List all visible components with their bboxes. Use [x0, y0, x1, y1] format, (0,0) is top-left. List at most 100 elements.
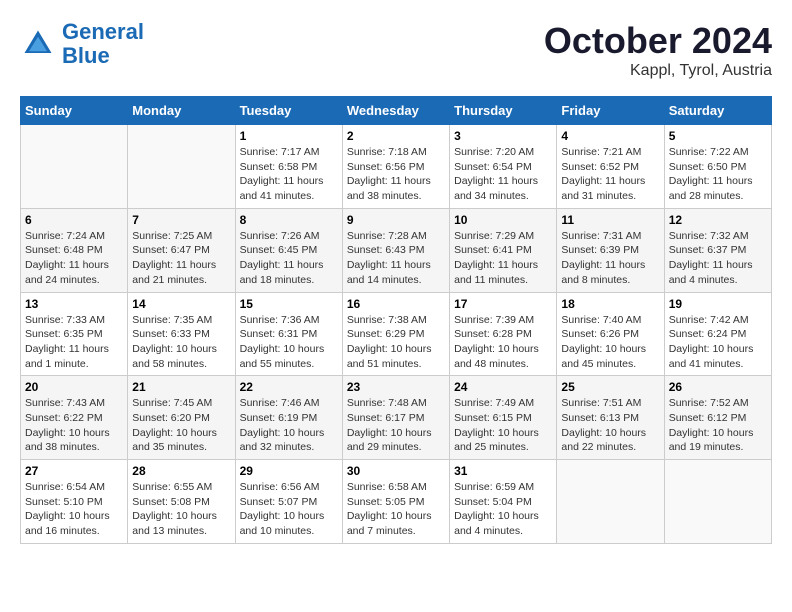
week-row-5: 27 Sunrise: 6:54 AM Sunset: 5:10 PM Dayli…: [21, 460, 772, 544]
day-number: 15: [240, 297, 338, 311]
day-number: 25: [561, 380, 659, 394]
day-info: Sunrise: 7:36 AM Sunset: 6:31 PM Dayligh…: [240, 313, 338, 372]
day-info: Sunrise: 7:42 AM Sunset: 6:24 PM Dayligh…: [669, 313, 767, 372]
day-info: Sunrise: 7:25 AM Sunset: 6:47 PM Dayligh…: [132, 229, 230, 288]
calendar-cell: 26 Sunrise: 7:52 AM Sunset: 6:12 PM Dayli…: [664, 376, 771, 460]
day-info: Sunrise: 7:52 AM Sunset: 6:12 PM Dayligh…: [669, 396, 767, 455]
weekday-header-wednesday: Wednesday: [342, 97, 449, 125]
weekday-header-tuesday: Tuesday: [235, 97, 342, 125]
day-number: 29: [240, 464, 338, 478]
day-info: Sunrise: 7:45 AM Sunset: 6:20 PM Dayligh…: [132, 396, 230, 455]
calendar-cell: 7 Sunrise: 7:25 AM Sunset: 6:47 PM Daylig…: [128, 208, 235, 292]
calendar-cell: 1 Sunrise: 7:17 AM Sunset: 6:58 PM Daylig…: [235, 125, 342, 209]
logo-line2: Blue: [62, 43, 110, 68]
calendar-cell: 21 Sunrise: 7:45 AM Sunset: 6:20 PM Dayli…: [128, 376, 235, 460]
weekday-header-friday: Friday: [557, 97, 664, 125]
calendar-cell: 6Sunrise: 7:24 AM Sunset: 6:48 PM Daylig…: [21, 208, 128, 292]
day-info: Sunrise: 7:35 AM Sunset: 6:33 PM Dayligh…: [132, 313, 230, 372]
calendar-cell: 5Sunrise: 7:22 AM Sunset: 6:50 PM Daylig…: [664, 125, 771, 209]
day-number: 17: [454, 297, 552, 311]
day-number: 3: [454, 129, 552, 143]
day-number: 24: [454, 380, 552, 394]
day-info: Sunrise: 6:59 AM Sunset: 5:04 PM Dayligh…: [454, 480, 552, 539]
calendar-cell: 4 Sunrise: 7:21 AM Sunset: 6:52 PM Daylig…: [557, 125, 664, 209]
calendar-cell: 17 Sunrise: 7:39 AM Sunset: 6:28 PM Dayli…: [450, 292, 557, 376]
calendar-cell: 12 Sunrise: 7:32 AM Sunset: 6:37 PM Dayli…: [664, 208, 771, 292]
day-info: Sunrise: 7:31 AM Sunset: 6:39 PM Dayligh…: [561, 229, 659, 288]
day-number: 23: [347, 380, 445, 394]
calendar-cell: [664, 460, 771, 544]
day-number: 13: [25, 297, 123, 311]
weekday-header-thursday: Thursday: [450, 97, 557, 125]
calendar-cell: 19Sunrise: 7:42 AM Sunset: 6:24 PM Dayli…: [664, 292, 771, 376]
day-number: 31: [454, 464, 552, 478]
calendar-cell: [557, 460, 664, 544]
day-info: Sunrise: 7:26 AM Sunset: 6:45 PM Dayligh…: [240, 229, 338, 288]
day-number: 11: [561, 213, 659, 227]
day-number: 9: [347, 213, 445, 227]
calendar-cell: 2Sunrise: 7:18 AM Sunset: 6:56 PM Daylig…: [342, 125, 449, 209]
calendar-cell: 8Sunrise: 7:26 AM Sunset: 6:45 PM Daylig…: [235, 208, 342, 292]
day-number: 30: [347, 464, 445, 478]
day-number: 26: [669, 380, 767, 394]
calendar-cell: 27 Sunrise: 6:54 AM Sunset: 5:10 PM Dayli…: [21, 460, 128, 544]
calendar-cell: 28 Sunrise: 6:55 AM Sunset: 5:08 PM Dayli…: [128, 460, 235, 544]
calendar-cell: 31 Sunrise: 6:59 AM Sunset: 5:04 PM Dayli…: [450, 460, 557, 544]
calendar-cell: 11 Sunrise: 7:31 AM Sunset: 6:39 PM Dayli…: [557, 208, 664, 292]
calendar-cell: 22 Sunrise: 7:46 AM Sunset: 6:19 PM Dayli…: [235, 376, 342, 460]
day-number: 28: [132, 464, 230, 478]
calendar-subtitle: Kappl, Tyrol, Austria: [544, 62, 772, 80]
calendar-table: SundayMondayTuesdayWednesdayThursdayFrid…: [20, 96, 772, 544]
day-number: 7: [132, 213, 230, 227]
day-number: 10: [454, 213, 552, 227]
calendar-cell: [128, 125, 235, 209]
day-info: Sunrise: 7:17 AM Sunset: 6:58 PM Dayligh…: [240, 145, 338, 204]
day-info: Sunrise: 6:54 AM Sunset: 5:10 PM Dayligh…: [25, 480, 123, 539]
calendar-cell: [21, 125, 128, 209]
day-info: Sunrise: 7:51 AM Sunset: 6:13 PM Dayligh…: [561, 396, 659, 455]
calendar-cell: 18Sunrise: 7:40 AM Sunset: 6:26 PM Dayli…: [557, 292, 664, 376]
calendar-cell: 25 Sunrise: 7:51 AM Sunset: 6:13 PM Dayli…: [557, 376, 664, 460]
day-info: Sunrise: 7:46 AM Sunset: 6:19 PM Dayligh…: [240, 396, 338, 455]
day-info: Sunrise: 7:38 AM Sunset: 6:29 PM Dayligh…: [347, 313, 445, 372]
day-number: 16: [347, 297, 445, 311]
title-block: October 2024 Kappl, Tyrol, Austria: [544, 20, 772, 80]
day-info: Sunrise: 7:21 AM Sunset: 6:52 PM Dayligh…: [561, 145, 659, 204]
day-number: 1: [240, 129, 338, 143]
day-number: 21: [132, 380, 230, 394]
calendar-cell: 14 Sunrise: 7:35 AM Sunset: 6:33 PM Dayli…: [128, 292, 235, 376]
calendar-cell: 9 Sunrise: 7:28 AM Sunset: 6:43 PM Daylig…: [342, 208, 449, 292]
day-number: 5: [669, 129, 767, 143]
day-info: Sunrise: 7:24 AM Sunset: 6:48 PM Dayligh…: [25, 229, 123, 288]
day-number: 2: [347, 129, 445, 143]
logo-text: General Blue: [62, 20, 144, 68]
day-number: 4: [561, 129, 659, 143]
calendar-cell: 24Sunrise: 7:49 AM Sunset: 6:15 PM Dayli…: [450, 376, 557, 460]
day-info: Sunrise: 7:39 AM Sunset: 6:28 PM Dayligh…: [454, 313, 552, 372]
day-info: Sunrise: 6:58 AM Sunset: 5:05 PM Dayligh…: [347, 480, 445, 539]
calendar-cell: 30 Sunrise: 6:58 AM Sunset: 5:05 PM Dayli…: [342, 460, 449, 544]
week-row-1: 1 Sunrise: 7:17 AM Sunset: 6:58 PM Daylig…: [21, 125, 772, 209]
day-number: 22: [240, 380, 338, 394]
weekday-header-saturday: Saturday: [664, 97, 771, 125]
day-info: Sunrise: 6:56 AM Sunset: 5:07 PM Dayligh…: [240, 480, 338, 539]
calendar-cell: 15 Sunrise: 7:36 AM Sunset: 6:31 PM Dayli…: [235, 292, 342, 376]
logo: General Blue: [20, 20, 144, 68]
week-row-3: 13 Sunrise: 7:33 AM Sunset: 6:35 PM Dayli…: [21, 292, 772, 376]
day-number: 27: [25, 464, 123, 478]
day-info: Sunrise: 6:55 AM Sunset: 5:08 PM Dayligh…: [132, 480, 230, 539]
day-number: 12: [669, 213, 767, 227]
day-info: Sunrise: 7:32 AM Sunset: 6:37 PM Dayligh…: [669, 229, 767, 288]
day-info: Sunrise: 7:28 AM Sunset: 6:43 PM Dayligh…: [347, 229, 445, 288]
logo-line1: General: [62, 19, 144, 44]
day-info: Sunrise: 7:43 AM Sunset: 6:22 PM Dayligh…: [25, 396, 123, 455]
calendar-cell: 13 Sunrise: 7:33 AM Sunset: 6:35 PM Dayli…: [21, 292, 128, 376]
day-info: Sunrise: 7:20 AM Sunset: 6:54 PM Dayligh…: [454, 145, 552, 204]
day-number: 14: [132, 297, 230, 311]
page-header: General Blue October 2024 Kappl, Tyrol, …: [20, 20, 772, 80]
logo-icon: [20, 26, 56, 62]
day-info: Sunrise: 7:33 AM Sunset: 6:35 PM Dayligh…: [25, 313, 123, 372]
day-info: Sunrise: 7:48 AM Sunset: 6:17 PM Dayligh…: [347, 396, 445, 455]
day-number: 18: [561, 297, 659, 311]
day-info: Sunrise: 7:29 AM Sunset: 6:41 PM Dayligh…: [454, 229, 552, 288]
